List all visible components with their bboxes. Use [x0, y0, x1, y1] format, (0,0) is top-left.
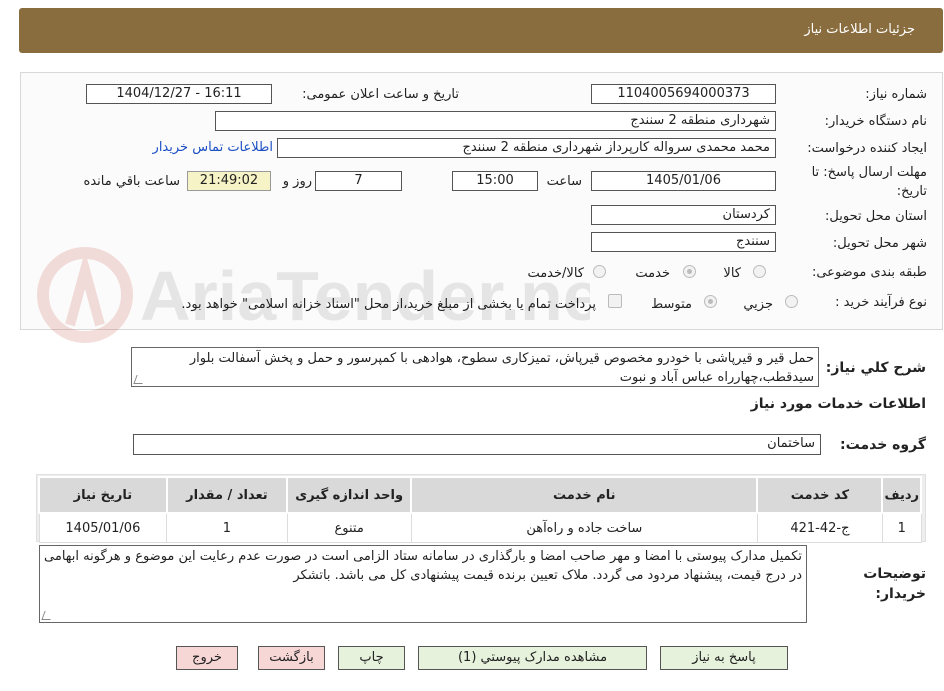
- cell-unit: متنوع: [286, 512, 412, 543]
- col-service-code: کد خدمت: [756, 476, 884, 514]
- buyer-notes-label-2: خریدار:: [875, 586, 926, 602]
- cell-quantity: 1: [166, 512, 288, 543]
- print-button[interactable]: چاپ: [338, 646, 405, 670]
- deadline-time-field: 15:00: [452, 171, 538, 191]
- city-label: شهر محل تحویل:: [832, 236, 927, 251]
- buyer-label: نام دستگاه خریدار:: [824, 114, 927, 129]
- days-field: 7: [315, 171, 402, 191]
- buyer-field: شهرداری منطقه 2 سنندج: [215, 111, 776, 131]
- deadline-label-1: مهلت ارسال پاسخ: تا: [811, 165, 927, 180]
- category-service-radio[interactable]: [683, 265, 696, 278]
- treasury-checkbox[interactable]: [608, 294, 622, 308]
- process-small-radio[interactable]: [785, 295, 798, 308]
- description-textarea[interactable]: حمل قیر و قیرپاشی با خودرو مخصوص قیرپاش،…: [131, 347, 819, 387]
- process-small-label: جزیي: [743, 297, 773, 312]
- description-label: شرح کلي نیاز:: [825, 360, 926, 376]
- description-text: حمل قیر و قیرپاشی با خودرو مخصوص قیرپاش،…: [189, 351, 814, 385]
- remaining-label: ساعت باقي مانده: [83, 174, 180, 189]
- page-header: جزئیات اطلاعات نیاز: [19, 8, 943, 53]
- cell-need-date: 1405/01/06: [38, 512, 168, 543]
- category-goods-radio[interactable]: [753, 265, 766, 278]
- cell-service-name: ساخت جاده و راه‌آهن: [410, 512, 758, 543]
- col-quantity: تعداد / مقدار: [165, 476, 289, 514]
- table-row: 1 ج-42-421 ساخت جاده و راه‌آهن متنوع 1 1…: [38, 512, 922, 543]
- col-need-date: تاریخ نیاز: [38, 476, 168, 514]
- exit-button[interactable]: خروج: [176, 646, 238, 670]
- category-service-label: خدمت: [635, 266, 670, 281]
- back-button[interactable]: بازگشت: [258, 646, 325, 670]
- deadline-date-field: 1405/01/06: [591, 171, 776, 191]
- cell-service-code: ج-42-421: [756, 512, 883, 543]
- city-field: سنندج: [591, 232, 776, 252]
- creator-field: محمد محمدی سرواله کارپرداز شهرداری منطقه…: [277, 138, 776, 158]
- need-number-label: شماره نیاز:: [865, 87, 927, 102]
- services-section-title: اطلاعات خدمات مورد نیاز: [750, 396, 926, 412]
- col-row-number: ردیف: [881, 476, 922, 514]
- announce-label: تاریخ و ساعت اعلان عمومی:: [302, 87, 459, 102]
- category-label: طبقه بندی موضوعی:: [811, 265, 927, 280]
- days-label: روز و: [282, 174, 312, 189]
- watermark-logo: AriaTender.neT: [37, 247, 590, 343]
- service-group-label: گروه خدمت:: [840, 437, 926, 453]
- col-service-name: نام خدمت: [410, 476, 759, 514]
- province-field: کردستان: [591, 205, 776, 225]
- process-medium-label: متوسط: [651, 297, 692, 312]
- resize-grip-icon[interactable]: [133, 375, 146, 384]
- category-both-radio[interactable]: [593, 265, 606, 278]
- service-group-field: ساختمان: [133, 434, 821, 455]
- province-label: استان محل تحویل:: [825, 209, 927, 224]
- deadline-time-label: ساعت: [546, 174, 582, 189]
- treasury-note: پرداخت تمام یا بخشی از مبلغ خرید،از محل …: [181, 297, 596, 312]
- deadline-label-2: تاریخ:: [896, 184, 927, 199]
- reply-button[interactable]: پاسخ به نیاز: [660, 646, 788, 670]
- remaining-timer: 21:49:02: [187, 171, 271, 191]
- category-goods-label: کالا: [723, 266, 741, 281]
- table-header-row: ردیف کد خدمت نام خدمت واحد اندازه گیری ت…: [38, 476, 922, 514]
- need-number-field: 1104005694000373: [591, 84, 776, 104]
- process-label: نوع فرآیند خرید :: [835, 295, 927, 310]
- buyer-notes-text: تکمیل مدارک پیوستی با امضا و مهر صاحب ام…: [44, 549, 802, 583]
- process-medium-radio[interactable]: [704, 295, 717, 308]
- watermark-text: AriaTender.neT: [140, 257, 590, 335]
- resize-grip-icon[interactable]: [41, 611, 54, 620]
- page-title: جزئیات اطلاعات نیاز: [804, 22, 915, 37]
- creator-label: ایجاد کننده درخواست:: [807, 141, 927, 156]
- category-both-label: کالا/خدمت: [527, 266, 584, 281]
- announce-field: 1404/12/27 - 16:11: [86, 84, 272, 104]
- buyer-notes-textarea[interactable]: تکمیل مدارک پیوستی با امضا و مهر صاحب ام…: [39, 545, 807, 623]
- buyer-notes-label-1: توضیحات: [863, 566, 926, 582]
- col-unit: واحد اندازه گیری: [286, 476, 413, 514]
- services-table: ردیف کد خدمت نام خدمت واحد اندازه گیری ت…: [38, 476, 922, 543]
- view-attachments-button[interactable]: مشاهده مدارک پیوستي (1): [418, 646, 647, 670]
- buyer-contact-link[interactable]: اطلاعات تماس خریدار: [153, 140, 273, 155]
- cell-row-number: 1: [881, 512, 922, 543]
